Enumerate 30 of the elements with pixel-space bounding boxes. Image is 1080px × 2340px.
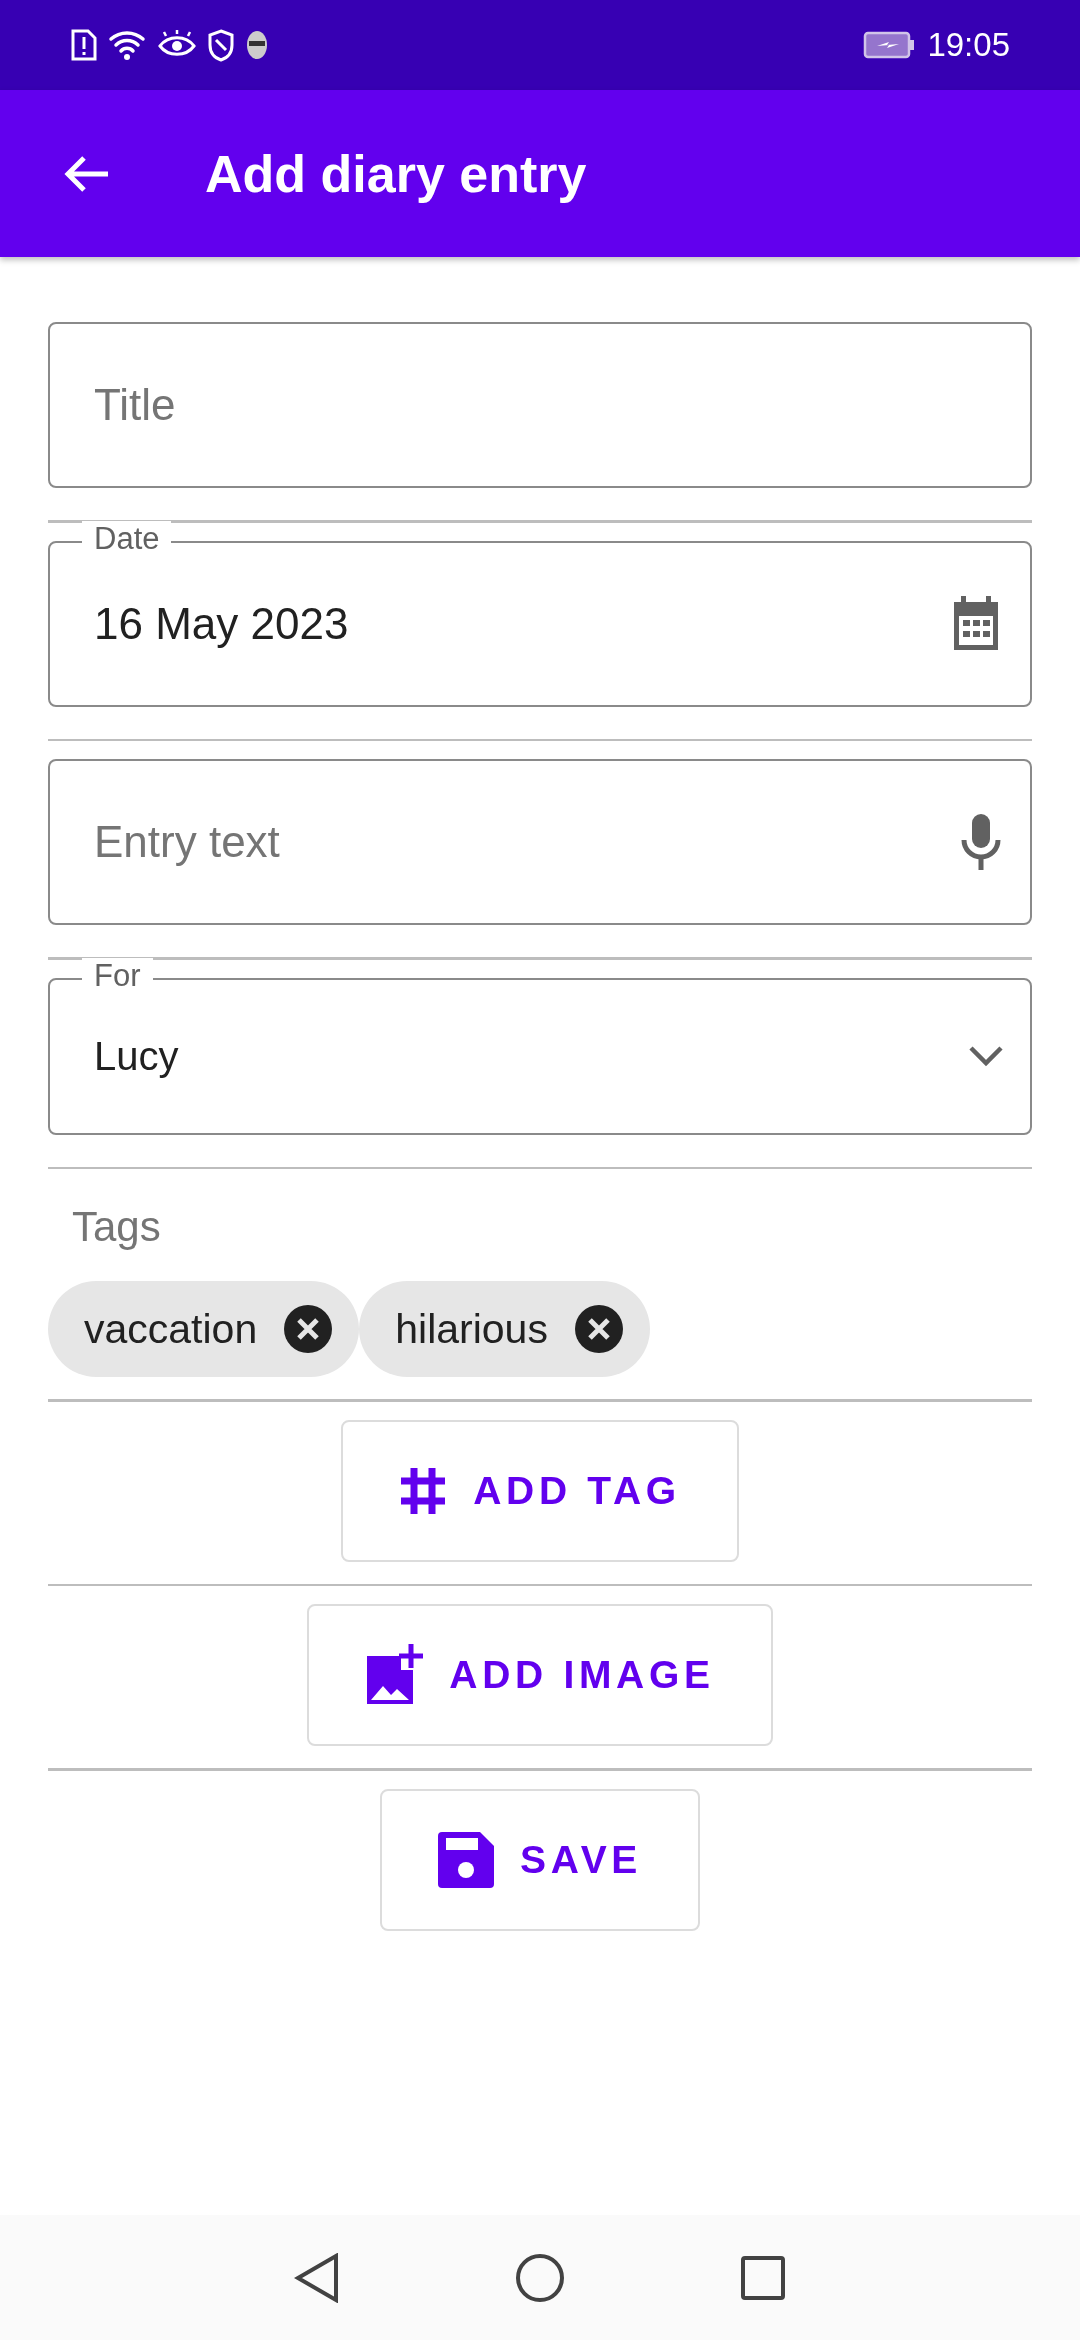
- dropdown-field[interactable]: For Lucy: [48, 957, 1032, 1135]
- image-button[interactable]: ADD IMAGE: [307, 1604, 773, 1746]
- screen-title: Add diary entry: [205, 143, 587, 204]
- shield-icon: [206, 28, 236, 62]
- add-image-icon: [365, 1644, 424, 1706]
- tag-name: hilarious: [395, 1305, 548, 1353]
- remove-icon[interactable]: [283, 1304, 334, 1354]
- hashtag-icon: [399, 1465, 448, 1516]
- tag-chip[interactable]: vaccation: [48, 1281, 360, 1377]
- wifi-icon: [108, 28, 148, 62]
- tag-name: vaccation: [84, 1305, 258, 1353]
- tag-chip[interactable]: hilarious: [359, 1281, 650, 1377]
- field-value: Lucy: [94, 1033, 180, 1079]
- recents-icon[interactable]: [740, 2254, 786, 2301]
- sim-alert-icon: [70, 28, 98, 62]
- input-field[interactable]: Entry text: [48, 759, 1032, 925]
- input-field[interactable]: Title: [48, 322, 1032, 488]
- clock-time: 19:05: [927, 26, 1010, 64]
- field-placeholder: Title: [94, 380, 177, 430]
- field-value: 16 May 2023: [94, 598, 350, 649]
- home-icon[interactable]: [515, 2252, 565, 2303]
- input-field[interactable]: Date 16 May 2023: [48, 520, 1032, 707]
- battery-charging-icon: [863, 31, 916, 59]
- back-icon[interactable]: [294, 2252, 340, 2303]
- field-placeholder: Entry text: [94, 817, 281, 867]
- save-button[interactable]: SAVE: [380, 1788, 700, 1931]
- tags-label: Tags: [72, 1203, 161, 1251]
- remove-icon[interactable]: [573, 1304, 624, 1354]
- tag-button[interactable]: ADD TAG: [341, 1419, 739, 1562]
- chevron-down-icon[interactable]: [968, 1045, 1004, 1067]
